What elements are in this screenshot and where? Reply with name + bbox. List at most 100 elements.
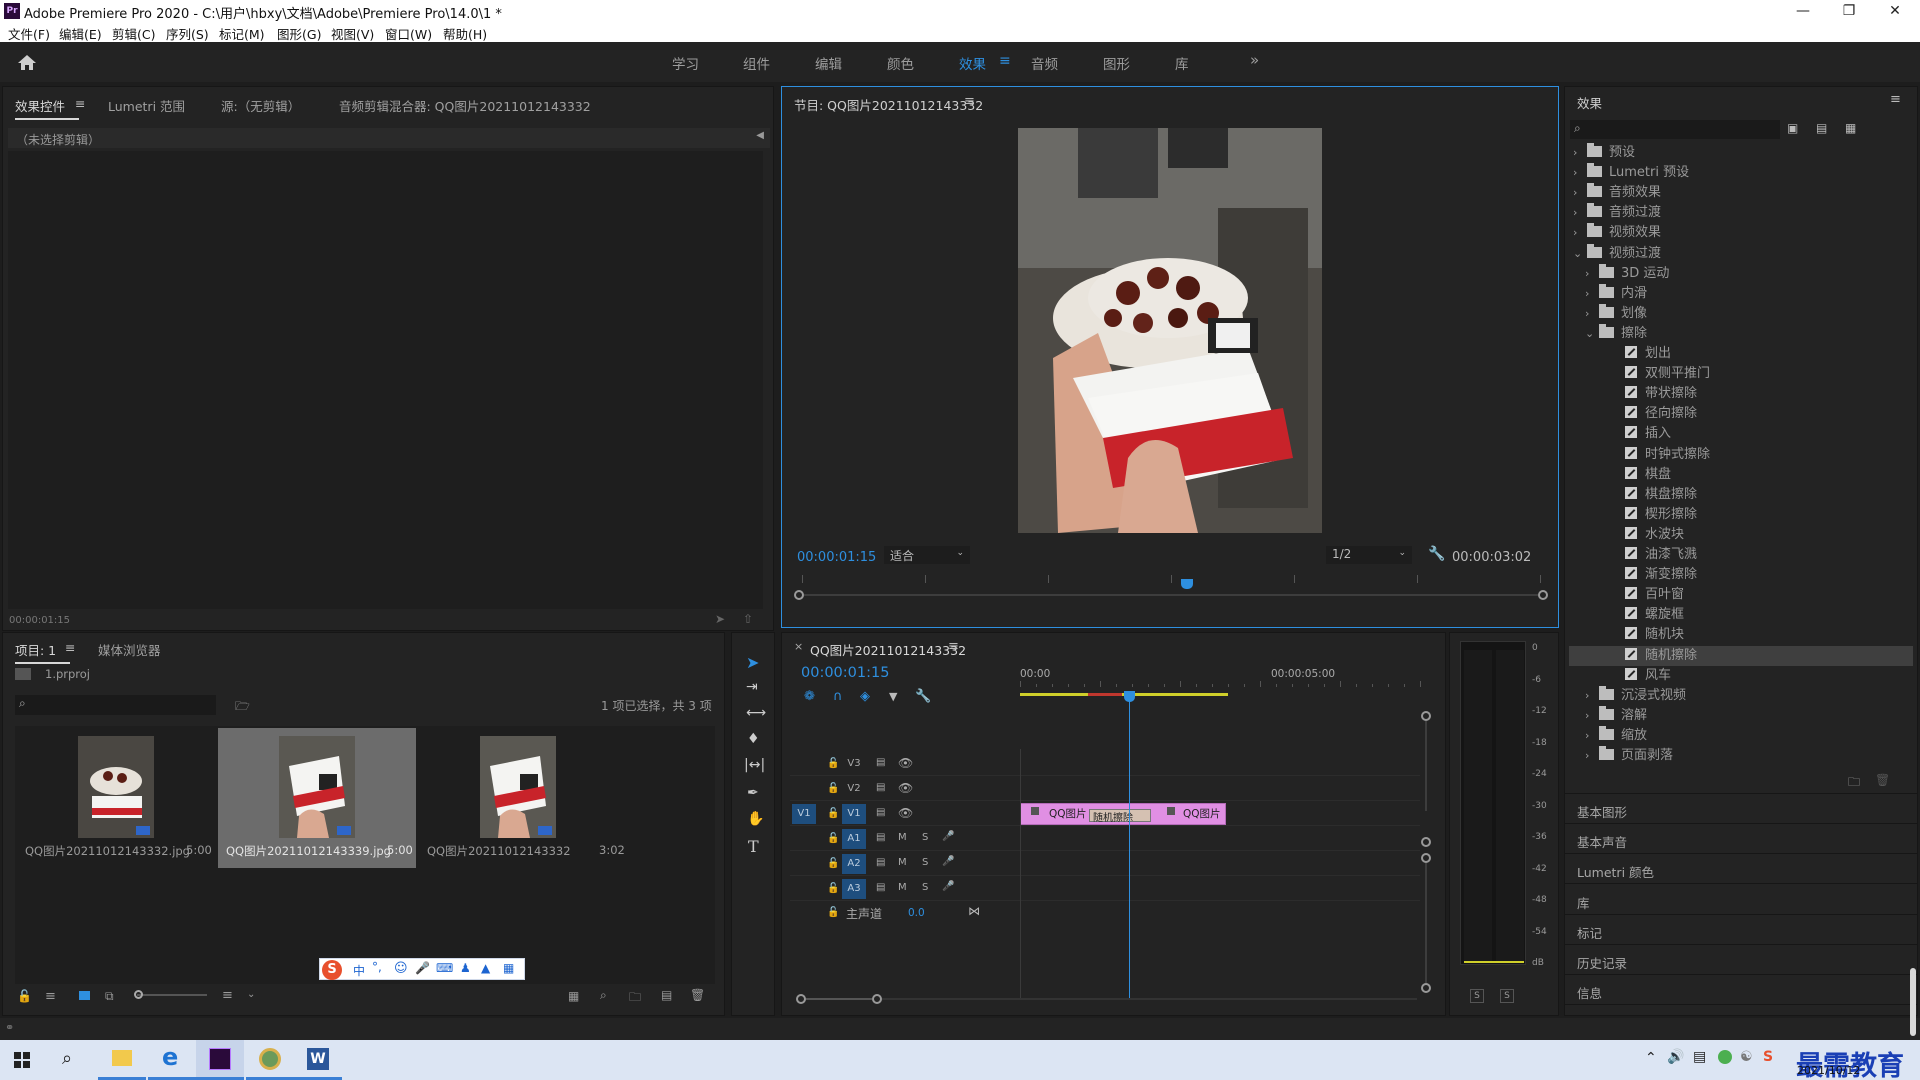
menu-file[interactable]: 文件(F): [8, 24, 50, 43]
effect-item[interactable]: 水波块: [1569, 525, 1913, 545]
mute-button[interactable]: M: [898, 832, 907, 843]
menu-help[interactable]: 帮助(H): [443, 24, 487, 43]
file-explorer-app[interactable]: [98, 1040, 146, 1080]
razor-tool-icon[interactable]: ♦: [747, 731, 760, 747]
slip-tool-icon[interactable]: |↔|: [744, 757, 765, 773]
sync-lock-icon[interactable]: ▤: [876, 857, 885, 868]
slider-handle[interactable]: [134, 990, 143, 999]
skin-icon[interactable]: ▲: [481, 961, 490, 975]
effects-section-header[interactable]: 标记: [1565, 916, 1917, 945]
workspace-tab-assembly[interactable]: 组件: [743, 53, 770, 73]
h-zoom-left-handle[interactable]: [796, 994, 806, 1004]
time-ruler[interactable]: 00:00 00:00:05:00: [1020, 659, 1421, 699]
accelerated-effects-icon[interactable]: ▣: [1787, 121, 1798, 135]
track-label-a3[interactable]: A3: [842, 879, 866, 899]
thumbnail-size-slider[interactable]: [134, 990, 207, 999]
solo-button[interactable]: S: [922, 832, 928, 843]
tab-menu-icon[interactable]: ≡: [75, 96, 85, 111]
microphone-icon[interactable]: 🎤: [415, 961, 430, 975]
effect-item[interactable]: 螺旋框: [1569, 605, 1913, 625]
lock-icon[interactable]: 🔓: [827, 808, 839, 819]
video-clip[interactable]: QQ图片 QQ图片 随机擦除: [1020, 803, 1226, 825]
network-icon[interactable]: ▤: [1693, 1049, 1706, 1065]
ime-punct[interactable]: °,: [372, 960, 382, 974]
tab-lumetri-scopes[interactable]: Lumetri 范围: [108, 96, 185, 115]
track-select-tool-icon[interactable]: ⇥: [746, 679, 758, 695]
h-zoom-right-handle[interactable]: [872, 994, 882, 1004]
track-label-v1[interactable]: V1: [842, 804, 866, 824]
eye-icon[interactable]: 👁: [898, 756, 913, 770]
effect-folder[interactable]: › 沉浸式视频: [1569, 685, 1913, 706]
effects-section-header[interactable]: 库: [1565, 886, 1917, 915]
effect-item[interactable]: 棋盘擦除: [1569, 485, 1913, 505]
word-app[interactable]: W: [294, 1040, 342, 1080]
resolution-dropdown[interactable]: 1/2 ⌄: [1326, 546, 1412, 564]
workspace-tab-learn[interactable]: 学习: [672, 53, 699, 73]
go-to-end-icon[interactable]: ⋈: [968, 904, 980, 918]
menu-marker[interactable]: 标记(M): [219, 24, 265, 43]
effect-item[interactable]: 渐变擦除: [1569, 565, 1913, 585]
scrubber-right-handle[interactable]: [1538, 590, 1548, 600]
effects-section-header[interactable]: 基本图形: [1565, 795, 1917, 824]
workspace-tab-graphics[interactable]: 图形: [1103, 53, 1130, 73]
minimize-button[interactable]: —: [1780, 0, 1826, 22]
solo-button[interactable]: S: [922, 882, 928, 893]
chevron-right-icon[interactable]: ›: [1573, 143, 1587, 163]
effect-item[interactable]: 插入: [1569, 424, 1913, 444]
effect-item[interactable]: 划出: [1569, 344, 1913, 364]
home-icon[interactable]: [17, 54, 37, 71]
sequence-tab[interactable]: QQ图片20211012143332: [810, 640, 966, 659]
effect-item[interactable]: 径向擦除: [1569, 404, 1913, 424]
chevron-down-icon[interactable]: ⌄: [1573, 244, 1587, 264]
project-item[interactable]: QQ图片20211012143332 3:02: [419, 728, 625, 868]
linked-selection-icon[interactable]: ◈: [860, 689, 870, 704]
effect-folder[interactable]: › 页面剥落: [1569, 746, 1913, 766]
project-item[interactable]: QQ图片20211012143332.jpg 5:00: [17, 728, 215, 868]
chevron-right-icon[interactable]: ›: [1585, 746, 1599, 766]
mute-button[interactable]: M: [898, 882, 907, 893]
tab-effect-controls[interactable]: 效果控件: [15, 96, 80, 120]
emoji-icon[interactable]: ☺: [394, 961, 408, 976]
timeline-timecode[interactable]: 00:00:01:15: [801, 665, 889, 681]
v-scroll-mid-handle[interactable]: [1421, 837, 1431, 847]
ime-mode[interactable]: 中: [353, 962, 365, 979]
sync-lock-icon[interactable]: ▤: [876, 757, 885, 768]
program-current-timecode[interactable]: 00:00:01:15: [797, 550, 876, 565]
effects-section-header[interactable]: 信息: [1565, 976, 1917, 1006]
new-bin-icon[interactable]: 🗀: [1848, 773, 1860, 794]
effects-search-input[interactable]: ⌕: [1570, 120, 1780, 139]
selection-tool-icon[interactable]: ➤: [746, 653, 759, 672]
freeform-view-icon[interactable]: ⧉: [105, 989, 114, 1004]
automate-icon[interactable]: ▦: [568, 989, 579, 1003]
effect-item[interactable]: 百叶窗: [1569, 585, 1913, 605]
effect-folder[interactable]: › 溶解: [1569, 705, 1913, 726]
new-item-icon[interactable]: ▤: [661, 988, 672, 1002]
microphone-icon[interactable]: 🎤: [942, 831, 954, 842]
tab-menu-icon[interactable]: ≡: [65, 640, 75, 655]
chevron-right-icon[interactable]: ›: [1573, 203, 1587, 223]
workspace-menu-icon[interactable]: ≡: [999, 53, 1011, 69]
workspace-tab-color[interactable]: 颜色: [887, 53, 914, 73]
eye-icon[interactable]: 👁: [898, 806, 913, 820]
chevron-right-icon[interactable]: ›: [1585, 726, 1599, 746]
chevron-right-icon[interactable]: ›: [1585, 706, 1599, 726]
scrubber-left-handle[interactable]: [794, 590, 804, 600]
chevron-right-icon[interactable]: ›: [1585, 264, 1599, 284]
track-label-a1[interactable]: A1: [842, 829, 866, 849]
effect-folder[interactable]: › 预设: [1569, 143, 1913, 163]
workspace-tab-effects[interactable]: 效果: [959, 53, 986, 73]
chrome-app[interactable]: [246, 1040, 294, 1080]
source-patch-v1[interactable]: V1: [792, 804, 816, 824]
menu-edit[interactable]: 编辑(E): [59, 24, 102, 43]
v-scroll-top-handle[interactable]: [1421, 711, 1431, 721]
workspace-tab-libraries[interactable]: 库: [1175, 53, 1189, 73]
microphone-icon[interactable]: 🎤: [942, 881, 954, 892]
scrollbar-thumb[interactable]: [1910, 968, 1916, 1036]
tray-app-icon[interactable]: [1718, 1050, 1732, 1064]
chevron-down-icon[interactable]: ⌄: [1585, 324, 1599, 344]
wrench-icon[interactable]: 🔧: [915, 689, 931, 704]
sync-lock-icon[interactable]: ▤: [876, 807, 885, 818]
lock-icon[interactable]: 🔓: [827, 758, 839, 769]
effect-folder[interactable]: › 划像: [1569, 303, 1913, 324]
lock-icon[interactable]: 🔓: [827, 907, 839, 918]
